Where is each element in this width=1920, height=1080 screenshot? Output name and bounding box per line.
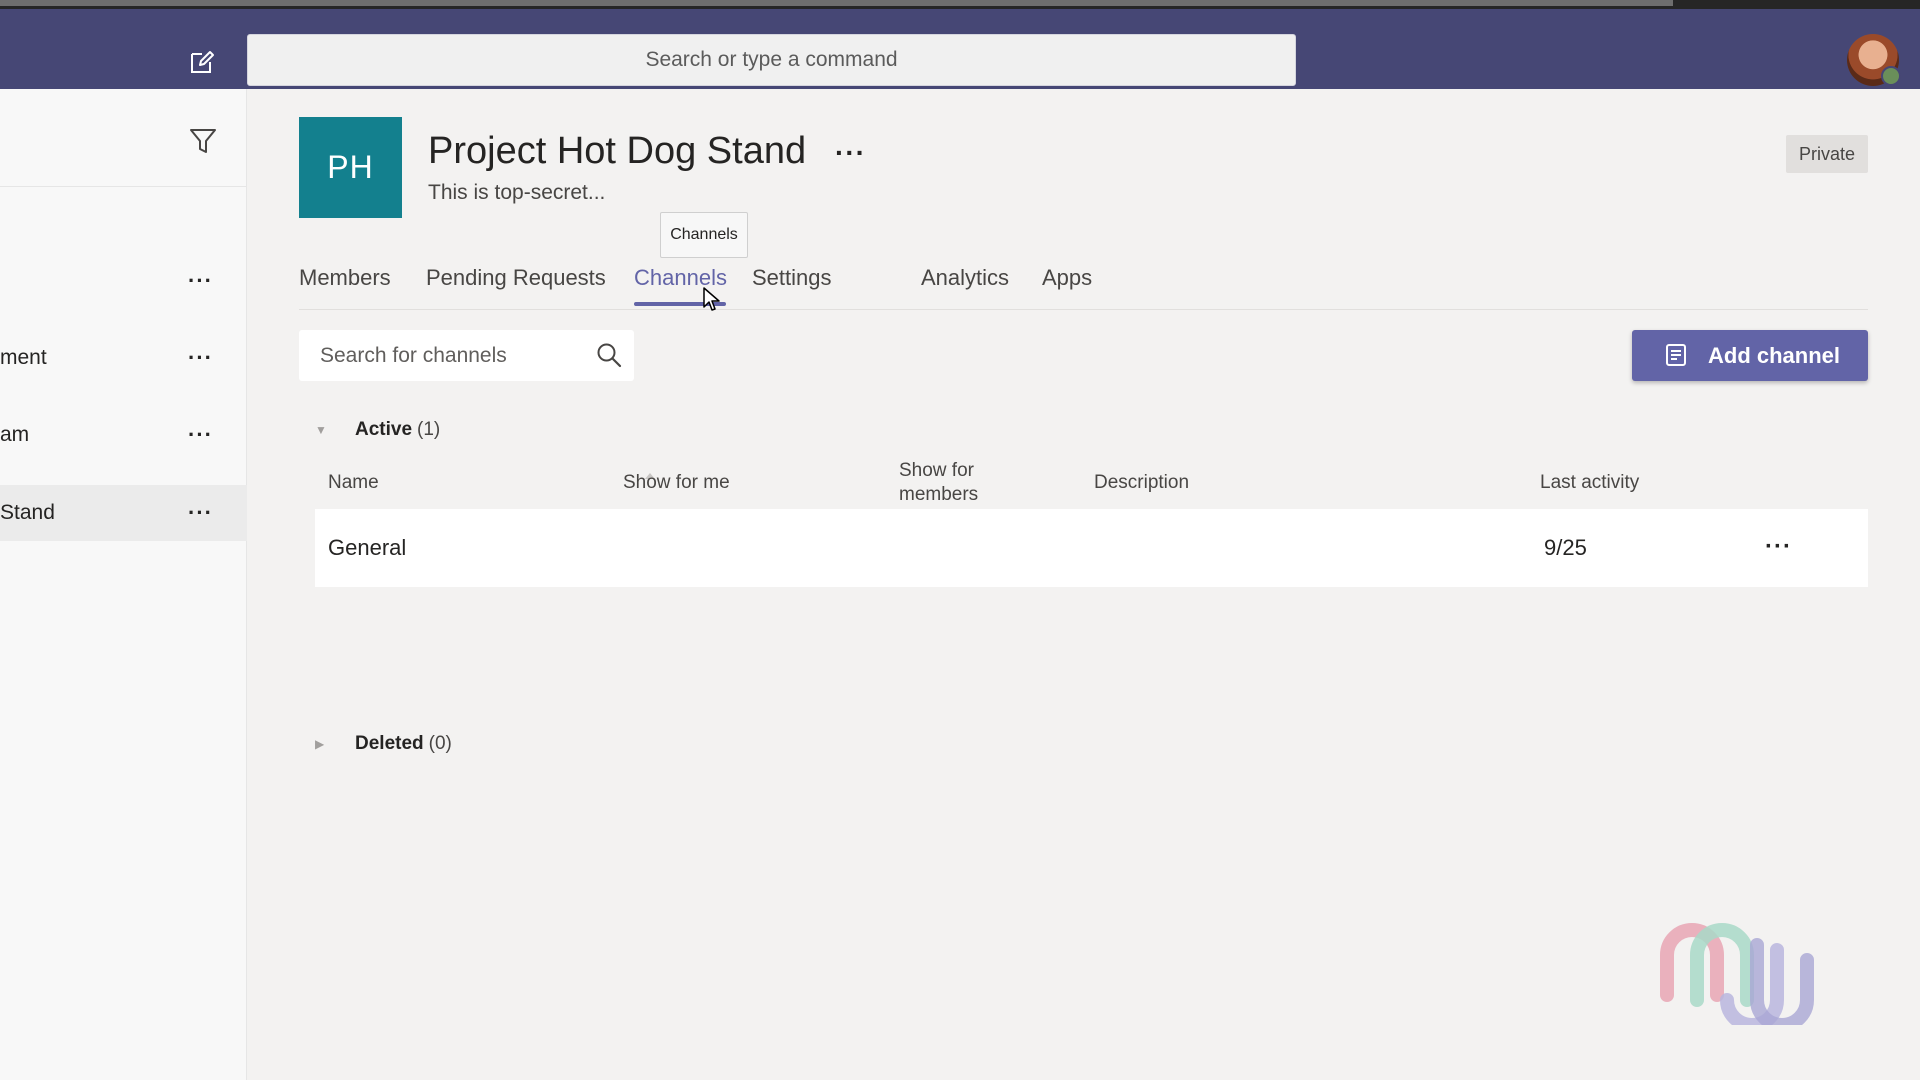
command-search-input[interactable]: Search or type a command bbox=[247, 34, 1296, 86]
chevron-right-icon[interactable]: ▶ bbox=[315, 737, 329, 751]
team-more-options-icon[interactable]: ··· bbox=[835, 137, 866, 169]
tooltip: Channels bbox=[660, 212, 748, 258]
chevron-down-icon[interactable]: ▼ bbox=[315, 423, 329, 437]
column-header-name[interactable]: Name bbox=[328, 471, 379, 495]
tab-settings[interactable]: Settings bbox=[752, 265, 832, 291]
sidebar-team-item[interactable]: am ··· bbox=[0, 407, 247, 463]
team-description: This is top-secret... bbox=[428, 181, 606, 204]
tab-apps[interactable]: Apps bbox=[1042, 265, 1092, 291]
team-title: Project Hot Dog Stand bbox=[428, 130, 807, 172]
privacy-badge: Private bbox=[1786, 135, 1868, 173]
channel-last-activity: 9/25 bbox=[1544, 535, 1587, 560]
channel-search-input[interactable]: Search for channels bbox=[299, 330, 634, 381]
more-options-icon[interactable]: ··· bbox=[188, 270, 218, 292]
more-options-icon[interactable]: ··· bbox=[188, 502, 218, 524]
filter-icon[interactable] bbox=[188, 126, 218, 156]
tab-members[interactable]: Members bbox=[299, 265, 391, 291]
sidebar-team-label: ment bbox=[0, 346, 47, 369]
sidebar-team-item[interactable]: ··· bbox=[0, 253, 247, 309]
sidebar-team-label: Stand bbox=[0, 501, 55, 524]
mouse-cursor-icon bbox=[703, 287, 720, 311]
more-options-icon[interactable]: ··· bbox=[188, 347, 218, 369]
group-count: (1) bbox=[417, 419, 441, 440]
channel-name: General bbox=[328, 535, 407, 560]
user-avatar[interactable] bbox=[1847, 34, 1901, 86]
deleted-group-header[interactable]: ▶ Deleted (0) bbox=[315, 733, 452, 755]
active-group-header[interactable]: ▼ Active (1) bbox=[315, 419, 440, 441]
sidebar-team-item[interactable]: ment ··· bbox=[0, 330, 247, 386]
sidebar-team-item-selected[interactable]: Stand ··· bbox=[0, 485, 247, 541]
tab-pending-requests[interactable]: Pending Requests bbox=[426, 265, 606, 291]
presence-status-icon bbox=[1881, 66, 1901, 86]
row-more-options-icon[interactable]: ··· bbox=[1765, 533, 1792, 561]
team-avatar: PH bbox=[299, 117, 402, 218]
sidebar-divider bbox=[0, 186, 247, 187]
add-channel-icon bbox=[1666, 344, 1686, 366]
watermark-logo bbox=[1660, 923, 1814, 1025]
teams-sidebar: ··· ment ··· am ··· Stand ··· bbox=[0, 89, 247, 1080]
more-options-icon[interactable]: ··· bbox=[188, 424, 218, 446]
add-channel-button[interactable]: Add channel bbox=[1632, 330, 1868, 381]
tabs-divider bbox=[299, 309, 1868, 310]
column-header-description: Description bbox=[1094, 472, 1190, 493]
search-icon[interactable] bbox=[596, 342, 622, 368]
compose-icon[interactable] bbox=[188, 48, 216, 76]
window-top-strip-inner bbox=[0, 0, 1673, 6]
table-row[interactable]: General 9/25 ··· bbox=[315, 509, 1868, 587]
group-name: Deleted bbox=[355, 733, 424, 754]
column-header-show-for-members: Show for members bbox=[899, 460, 979, 505]
group-count: (0) bbox=[428, 733, 452, 754]
add-channel-label: Add channel bbox=[1708, 342, 1841, 368]
window-top-strip bbox=[0, 0, 1920, 9]
tab-analytics[interactable]: Analytics bbox=[921, 265, 1009, 291]
column-header-show-for-me: Show for me bbox=[623, 472, 730, 493]
sidebar-team-label: am bbox=[0, 423, 30, 446]
column-header-last-activity: Last activity bbox=[1540, 472, 1640, 493]
app-bar: Search or type a command bbox=[0, 9, 1920, 89]
channel-search-placeholder: Search for channels bbox=[320, 343, 507, 367]
group-name: Active bbox=[355, 419, 413, 440]
